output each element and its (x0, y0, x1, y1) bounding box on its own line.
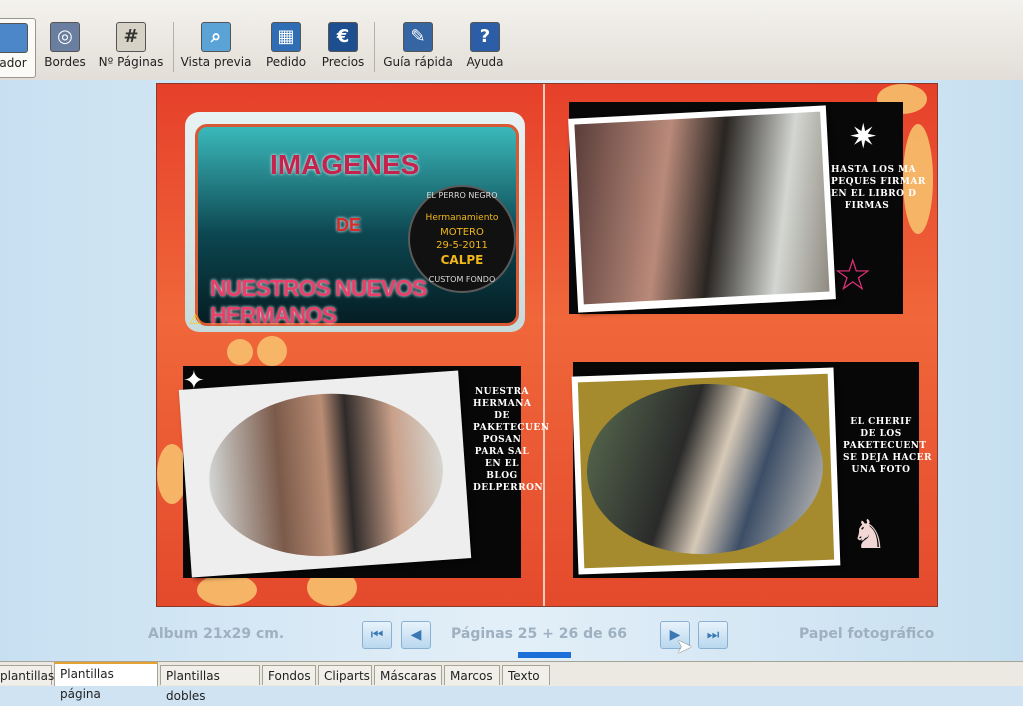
photo-frame-gold (577, 373, 835, 569)
flower-decoration (197, 574, 257, 606)
first-page-button[interactable]: ⏮ (362, 621, 392, 649)
photo-panel-bottom-left[interactable]: NUESTRA HERMANA DE PAKETECUEN POSAN PARA… (178, 366, 549, 578)
rocking-horse-icon: ♞ (851, 512, 887, 558)
pink-star-icon: ☆ (833, 250, 873, 301)
preview-label: Vista previa (180, 55, 252, 69)
page-scroll-indicator[interactable] (518, 652, 571, 658)
order-button[interactable]: ▦ Pedido (262, 18, 310, 76)
tab-frames[interactable]: Marcos (444, 665, 500, 685)
album-size-text: Album 21x29 cm. (148, 626, 285, 642)
help-button[interactable]: ? Ayuda (462, 18, 508, 76)
organizer-label: ador (0, 56, 27, 70)
last-page-icon: ⏭ (706, 627, 720, 643)
album-spread[interactable]: IMAGENES DE NUESTROS NUEVOS HERMANOS CUS… (157, 84, 937, 606)
quick-guide-label: Guía rápida (383, 55, 453, 69)
title-line-2: DE (336, 215, 362, 235)
prices-label: Precios (321, 55, 365, 69)
caption-top-right: HASTA LOS MA PEQUES FIRMAR EN EL LIBRO D… (831, 165, 926, 211)
page-indicator: Páginas 25 + 26 de 66 (451, 626, 627, 642)
page-count-icon: # (116, 22, 146, 52)
tab-templates[interactable]: plantillas (0, 665, 54, 685)
mouse-cursor-icon: ➤ (676, 634, 693, 658)
star-icon: ✷ (849, 117, 878, 157)
organizer-button[interactable]: ador (0, 18, 36, 78)
title-line-1: IMAGENES (270, 149, 420, 180)
page-gutter (543, 84, 545, 606)
stamp-ring-left: CUSTOM FONDO (428, 275, 496, 284)
borders-icon: ◎ (50, 22, 80, 52)
stamp-ring-right: EL PERRO NEGRO (426, 191, 498, 200)
photo-panel-top-right[interactable]: HASTA LOS MA PEQUES FIRMAR EN EL LIBRO D… (568, 102, 926, 314)
photo-frame (568, 105, 836, 313)
paper-type-text: Papel fotográfico (799, 626, 935, 642)
photo-frame (178, 370, 472, 578)
flower-decoration (227, 339, 253, 365)
toolbar-separator (374, 22, 375, 72)
preview-icon: ⌕ (201, 22, 231, 52)
photo-oval-motorcycle (584, 379, 826, 559)
cart-icon: ▦ (271, 22, 301, 52)
page-count-label: Nº Páginas (98, 55, 164, 69)
tab-backgrounds[interactable]: Fondos (262, 665, 316, 685)
quick-guide-icon: ✎ (403, 22, 433, 52)
tab-masks[interactable]: Máscaras (374, 665, 442, 685)
stamp-line-1: Hermanamiento (425, 213, 499, 223)
help-label: Ayuda (466, 55, 504, 69)
toolbar-separator (173, 22, 174, 72)
borders-button[interactable]: ◎ Bordes (40, 18, 90, 76)
caption-bottom-left: NUESTRA HERMANA DE PAKETECUEN POSAN PARA… (473, 387, 550, 493)
warning-icon: ⚠ (189, 312, 202, 328)
prev-page-button[interactable]: ◀ (401, 621, 431, 649)
photo-oval-women (203, 385, 449, 564)
order-label: Pedido (265, 55, 307, 69)
quick-guide-button[interactable]: ✎ Guía rápida (382, 18, 454, 76)
caption-bottom-right: EL CHERIF DE LOS PAKETECUENT SE DEJA HAC… (843, 417, 933, 475)
stamp-line-3: 29-5-2011 (436, 240, 488, 251)
star-icon: ✦ (183, 366, 205, 396)
toolbar: ador ◎ Bordes # Nº Páginas ⌕ Vista previ… (0, 0, 1023, 81)
tab-text[interactable]: Texto (502, 665, 550, 685)
page-count-button[interactable]: # Nº Páginas (96, 18, 166, 76)
tab-double-templates[interactable]: Plantillas dobles (160, 665, 260, 703)
photo-frame (571, 367, 841, 575)
photo-people-signing (574, 111, 830, 305)
last-page-button[interactable]: ⏭ (698, 621, 728, 649)
prices-button[interactable]: € Precios (318, 18, 368, 76)
photo-panel-bottom-right[interactable]: EL CHERIF DE LOS PAKETECUENT SE DEJA HAC… (571, 362, 933, 578)
title-panel: IMAGENES DE NUESTROS NUEVOS HERMANOS CUS… (195, 124, 519, 328)
title-card[interactable]: IMAGENES DE NUESTROS NUEVOS HERMANOS CUS… (185, 112, 525, 332)
borders-label: Bordes (44, 55, 86, 69)
help-icon: ? (470, 22, 500, 52)
euro-icon: € (328, 22, 358, 52)
tab-page-templates[interactable]: Plantillas página (54, 662, 158, 701)
stamp-line-2: MOTERO (440, 227, 484, 238)
tab-bar: plantillas Plantillas página Plantillas … (0, 661, 1023, 703)
flower-decoration (257, 336, 287, 366)
first-page-icon: ⏮ (370, 627, 384, 643)
stamp-line-4: CALPE (440, 253, 484, 267)
prev-page-icon: ◀ (410, 627, 422, 643)
organizer-icon (0, 23, 28, 53)
tab-cliparts[interactable]: Cliparts (318, 665, 372, 685)
event-stamp: CUSTOM FONDO EL PERRO NEGRO Hermanamient… (408, 185, 516, 293)
preview-button[interactable]: ⌕ Vista previa (180, 18, 252, 76)
